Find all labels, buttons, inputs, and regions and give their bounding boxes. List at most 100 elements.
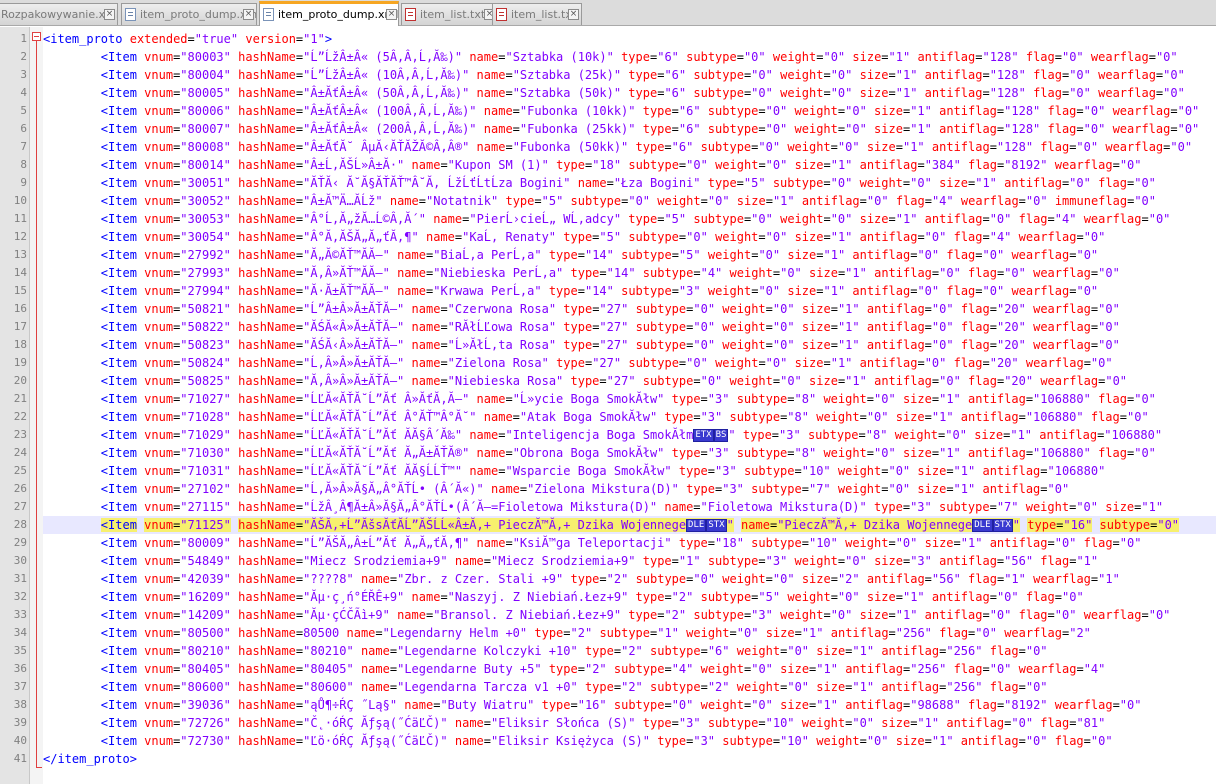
code-line[interactable]: <Item vnum = "80210" hashName = "80210" name… — [43, 642, 1048, 660]
code-line[interactable]: <Item vnum = "50821" hashName = "Ĺ”Â±Â»Ă±ĂŤĂ… — [43, 300, 1120, 318]
attribute-name: size — [866, 140, 896, 154]
code-line[interactable]: <Item vnum = "50824" hashName = "Ĺ‚Â»Â»Ă±ĂŤĂ… — [43, 354, 1113, 372]
tab-rozpakowywanie-xml[interactable]: Rozpakowywanie.xml × — [0, 3, 118, 25]
code-line[interactable]: <Item vnum = "27994" hashName = "Ă·Ă±ĂŤ™ĂĂ–"… — [43, 282, 1098, 300]
attribute-value: "2" — [606, 572, 629, 586]
code-line[interactable]: <Item vnum = "80005" hashName = "Â±ĂťÂ±Â« (5… — [43, 84, 1185, 102]
code-line[interactable]: <Item vnum = "50823" hashName = "ĂŚĂ‹Â»Ă±ĂŤĂ… — [43, 336, 1120, 354]
tab-item-list-txt[interactable]: item_list.txt × — [401, 3, 498, 25]
control-char-badge: DLE — [972, 519, 993, 532]
attribute-equals: = — [989, 302, 997, 316]
current-code-line[interactable]: <Item vnum="71125" hashName="ĂŠĂ‚+Ĺ”ĂšsĂ… — [43, 516, 1216, 534]
code-line[interactable]: <Item vnum = "50822" hashName = "ĂŚĂ«Â»Ă±ĂŤĂ… — [43, 318, 1120, 336]
attribute-equals: = — [693, 266, 701, 280]
attribute-equals: = — [895, 140, 903, 154]
code-line[interactable]: <Item vnum = "80405" hashName = "80405" name… — [43, 660, 1106, 678]
attribute-value: "0" — [686, 230, 708, 244]
tab-item-list-txt-2[interactable]: item_list.txt × — [492, 3, 582, 25]
attribute-name: antiflag — [924, 86, 983, 100]
close-icon[interactable]: × — [104, 9, 115, 20]
attribute-value: "Â±ĂťÂ±Â« (200Â‚Â‚Ĺ‚Ă‰)" — [303, 122, 477, 136]
code-line[interactable]: <Item vnum = "30051" hashName = "ĂŤĂ‹ Ă˘Ă§ĂŤ… — [43, 174, 1156, 192]
code-line[interactable]: <Item vnum = "27102" hashName = "Ĺ‚Ă»Â»Ă§Ă„Â… — [43, 480, 1069, 498]
attribute-value: "ĂŚĂ«Â»Ă±ĂŤĂ–" — [303, 320, 405, 334]
attribute-equals: = — [982, 86, 990, 100]
tab-item-proto-dump-xml[interactable]: item_proto_dump.xml × — [121, 3, 257, 25]
attribute-value: "Legendarne Buty +5" — [397, 662, 542, 676]
attribute-value: "0" — [780, 374, 802, 388]
editor-text-area[interactable]: <item_proto extended="true" version="1">… — [43, 27, 1216, 784]
code-line[interactable]: <Item vnum="80500" hashName=80500 name="… — [43, 624, 1091, 642]
attribute-name: name — [483, 122, 513, 136]
attribute-name: antiflag — [859, 230, 918, 244]
code-line[interactable]: <Item vnum = "72730" hashName = "Ľö·óŔÇ Ăƒşą… — [43, 732, 1113, 750]
attribute-value: "0" — [1061, 50, 1084, 64]
code-line[interactable]: <Item vnum = "42039" hashName = "????8" name… — [43, 570, 1120, 588]
code-line[interactable]: <Item vnum = "80014" hashName = "Â±Ĺ‚ĂŠĹ»Â±Ă… — [43, 156, 1142, 174]
code-line[interactable]: <Item vnum = "71031" hashName = "ĹĽĂ«ĂŤĂ˘Ĺ”Ă… — [43, 462, 1106, 480]
code-line[interactable]: <Item vnum = "27992" hashName = "Ă„Ă©ĂŤ™ĂĂ–"… — [43, 246, 1098, 264]
attribute-value: "80007" — [180, 122, 231, 136]
code-line[interactable]: <Item vnum = "80004" hashName = "Ĺ”ĹžÂ±Â« (1… — [43, 66, 1185, 84]
attribute-value: "56" — [931, 572, 961, 586]
code-line[interactable]: <Item vnum = "80007" hashName = "Â±ĂťÂ±Â« (2… — [43, 120, 1199, 138]
tab-item-proto-dump-xml-active[interactable]: item_proto_dump.xml × — [259, 1, 399, 26]
code-line[interactable]: <item_proto extended="true" version="1"> — [43, 30, 332, 48]
code-line[interactable]: <Item vnum = "80008" hashName = "Â±ĂťĂ˘ ÂµĂ‹… — [43, 138, 1192, 156]
attribute-value: "Zielona Rosa" — [447, 356, 549, 370]
code-line[interactable]: <Item vnum = "27115" hashName = "ĹžÂ¸Â¶Ă±Â»Ă… — [43, 498, 1163, 516]
code-line[interactable]: <Item vnum = "71028" hashName = "ĹĽĂ«ĂŤĂ˘Ĺ”Ă… — [43, 408, 1149, 426]
code-line[interactable]: <Item vnum = "30054" hashName = "Â°Ă‚ĂŠĂ„Ă„ť… — [43, 228, 1106, 246]
code-line[interactable]: <Item vnum = "72726" hashName = "Č˛·óŔÇ Ăƒşą… — [43, 714, 1106, 732]
attribute-value: "80210" — [303, 644, 354, 658]
attribute-value: "50824" — [180, 356, 231, 370]
attribute-name: name — [411, 356, 441, 370]
attribute-value: "0" — [628, 194, 651, 208]
code-line[interactable]: <Item vnum = "71029" hashName = "ĹĽĂ«ĂŤĂ˘Ĺ”Ă… — [43, 426, 1162, 444]
attribute-name: flag — [1098, 176, 1127, 190]
attribute-name: size — [866, 590, 896, 604]
attribute-name: size — [895, 734, 925, 748]
attribute-name: size — [787, 248, 817, 262]
attribute-equals: = — [902, 500, 911, 514]
code-line[interactable]: <Item vnum = "30053" hashName = "Â°Ĺ‚Ă„žĂ…Ĺ©… — [43, 210, 1171, 228]
code-line[interactable]: <Item vnum = "39036" hashName = "ąŮ¶÷ŔÇ ˝Lą§… — [43, 696, 1142, 714]
attribute-value: "0" — [1105, 374, 1128, 388]
attribute-name: hashName — [238, 554, 296, 568]
attribute-equals: = — [1054, 590, 1062, 604]
code-line[interactable]: <Item vnum = "80600" hashName = "80600" name… — [43, 678, 1048, 696]
code-line[interactable]: <Item vnum="30052" hashName="Â±Ă™Ä…ĂĹž" … — [43, 192, 1156, 210]
code-line[interactable]: <Item vnum="54849" hashName="Miecz Srodz… — [43, 552, 1098, 570]
attribute-value: "80600" — [303, 680, 354, 694]
close-icon[interactable]: × — [386, 9, 397, 20]
attribute-name: antiflag — [859, 356, 918, 370]
attribute-name: antiflag — [968, 446, 1026, 460]
attribute-value: "3" — [678, 284, 701, 298]
code-line[interactable]: <Item vnum = "71027" hashName = "ĹĽĂ«ĂŤĂ˘Ĺ”Ă… — [43, 390, 1156, 408]
attribute-name: weight — [700, 662, 744, 676]
code-line[interactable]: </item_proto> — [43, 750, 137, 768]
close-icon[interactable]: × — [568, 9, 579, 20]
attribute-name: extended — [129, 32, 188, 46]
fold-collapse-icon[interactable] — [32, 32, 41, 41]
attribute-name: name — [476, 392, 506, 406]
attribute-name: vnum — [144, 320, 174, 334]
close-icon[interactable]: × — [243, 9, 254, 20]
code-line[interactable]: <Item vnum = "80006" hashName = "Â±ĂťÂ±Â« (1… — [43, 102, 1199, 120]
code-line[interactable]: <Item vnum = "80003" hashName = "Ĺ”ĹžÂ±Â« (5… — [43, 48, 1178, 66]
attribute-name: antiflag — [845, 698, 903, 712]
xml-tag: <Item — [100, 302, 137, 316]
code-line[interactable]: <Item vnum = "71030" hashName = "ĹĽĂ«ĂŤĂ˘Ĺ”Ă… — [43, 444, 1156, 462]
code-line[interactable]: <Item vnum = "27993" hashName = "Ă‚Â»ĂŤ™ĂĂ–"… — [43, 264, 1120, 282]
attribute-value: "0" — [989, 662, 1012, 676]
code-line[interactable]: <Item vnum = "14209" hashName = "Ăµ·çĆČÃì+9"… — [43, 606, 1171, 624]
attribute-value: "0" — [917, 284, 940, 298]
attribute-value: "1" — [910, 104, 932, 118]
code-line[interactable]: <Item vnum = "16209" hashName = "Ăµ·ç¸ń°ÉŘÊ+… — [43, 588, 1084, 606]
code-line[interactable]: <Item vnum = "50825" hashName = "Ă‚Â»Â»Ă±ĂŤĂ… — [43, 372, 1127, 390]
attribute-equals: = — [758, 554, 766, 568]
attribute-value: "0" — [787, 680, 810, 694]
attribute-name: hashName — [238, 176, 296, 190]
attribute-value: "1" — [816, 662, 838, 676]
code-line[interactable]: <Item vnum = "80009" hashName = "Ĺ”ĂŠĂ„Â±Ĺ”Ă… — [43, 534, 1142, 552]
